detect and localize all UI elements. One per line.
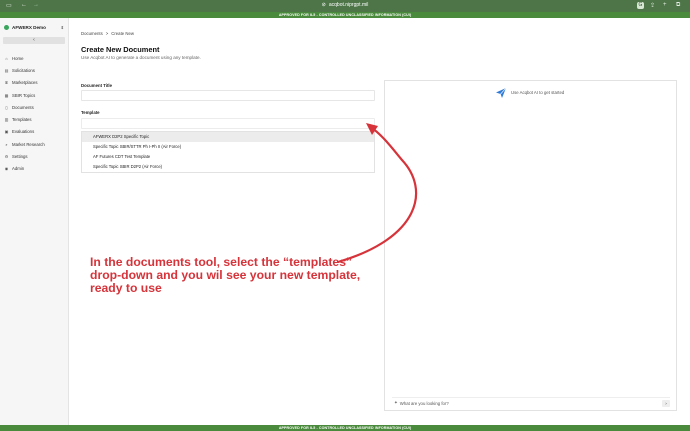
- template-label: Template: [81, 110, 100, 115]
- sidebar-item-label: Settings: [12, 154, 28, 160]
- user-icon: ◉: [4, 166, 9, 172]
- breadcrumb: Documents > Create New: [81, 31, 137, 36]
- sidebar-item-label: Documents: [12, 104, 34, 110]
- org-status-dot: [4, 24, 9, 30]
- document-title-label: Document Title: [81, 83, 112, 88]
- document-title-input[interactable]: [81, 90, 375, 101]
- page-title: Create New Document: [81, 45, 160, 54]
- tabs-icon[interactable]: ⧉: [676, 2, 680, 9]
- template-option[interactable]: Specific Topic SBIR D2P2 (Air Force): [82, 162, 374, 172]
- page-subtitle: Use Acqbot AI to generate a document usi…: [81, 55, 201, 60]
- breadcrumb-current: Create New: [111, 31, 134, 36]
- sidebar-item-label: Solicitations: [12, 67, 35, 73]
- home-icon: ⌂: [5, 55, 8, 61]
- sidebar-item-label: Market Research: [12, 141, 45, 147]
- chat-hint: Use Acqbot AI to get started: [511, 90, 565, 95]
- breadcrumb-documents[interactable]: Documents: [81, 31, 103, 36]
- chat-input[interactable]: ✦ What are you looking for? ›: [392, 397, 670, 408]
- org-name: AFWERX Demo: [12, 24, 46, 30]
- browser-toolbar: ▭ ← → ⊘ acqbot.niprgpt.mil G ⇪ + ⧉: [0, 0, 690, 12]
- lock-icon: ⊘: [321, 2, 326, 8]
- url-text: acqbot.niprgpt.mil: [328, 2, 369, 8]
- sidebar-item-label: SBIR Topics: [12, 92, 36, 98]
- search-icon: ⌕: [5, 141, 8, 147]
- new-tab-icon[interactable]: +: [663, 2, 667, 8]
- sidebar-item-market-research[interactable]: ⌕ Market Research: [4, 138, 66, 150]
- chevron-updown-icon: ⇕: [60, 24, 64, 30]
- send-button[interactable]: ›: [662, 399, 670, 407]
- template-select[interactable]: ⌄: [81, 118, 375, 129]
- sidebar-item-settings[interactable]: ⚙ Settings: [4, 150, 66, 162]
- share-icon[interactable]: ⇪: [650, 2, 655, 9]
- sidebar-item-label: Marketplaces: [12, 80, 38, 86]
- sidebar-item-label: Admin: [12, 166, 25, 172]
- sidebar-item-solicitations[interactable]: ▤ Solicitations: [4, 64, 66, 76]
- template-option[interactable]: AFWERX D2P2 Specific Topic: [82, 132, 374, 142]
- extension-icon[interactable]: G: [637, 2, 644, 9]
- chevron-down-icon: ⌄: [366, 121, 370, 126]
- annotation-text: In the documents tool, select the “templ…: [90, 255, 361, 295]
- store-icon: ⌸: [5, 80, 8, 86]
- collapse-sidebar-button[interactable]: ‹: [3, 37, 65, 44]
- template-dropdown-menu: AFWERX D2P2 Specific Topic Specific Topi…: [81, 131, 375, 173]
- document-icon: ▤: [4, 67, 9, 73]
- classification-banner-bottom: APPROVED FOR IL5 - CONTROLLED UNCLASSIFI…: [0, 425, 690, 431]
- sidebar-item-sbir-topics[interactable]: ▦ SBIR Topics: [4, 89, 66, 101]
- sidebar-item-evaluations[interactable]: ▣ Evaluations: [4, 126, 66, 138]
- grid-icon: ▦: [4, 92, 9, 98]
- classification-banner-top: APPROVED FOR IL5 - CONTROLLED UNCLASSIFI…: [0, 12, 690, 18]
- sidebar-item-home[interactable]: ⌂ Home: [4, 52, 66, 64]
- sidebar-item-label: Templates: [12, 117, 32, 123]
- template-option[interactable]: Specific Topic SBIR/STTR Ph I-Ph II (Air…: [82, 142, 374, 152]
- sidebar-item-label: Home: [12, 55, 24, 61]
- sidebar-item-templates[interactable]: ▥ Templates: [4, 113, 66, 125]
- sidebar-item-documents[interactable]: ▯ Documents: [4, 101, 66, 113]
- template-icon: ▥: [4, 117, 9, 123]
- breadcrumb-separator: >: [105, 31, 109, 36]
- acqbot-chat-panel: Use Acqbot AI to get started ✦ What are …: [384, 80, 677, 411]
- paper-plane-icon: [496, 87, 507, 98]
- chat-input-placeholder: What are you looking for?: [399, 400, 449, 406]
- sidebar-item-admin[interactable]: ◉ Admin: [4, 163, 66, 175]
- sidebar-item-label: Evaluations: [12, 129, 35, 135]
- file-icon: ▯: [5, 104, 8, 110]
- sparkle-icon: ✦: [394, 400, 398, 405]
- sidebar: AFWERX Demo ⇕ ‹ ⌂ Home ▤ Solicitations ⌸ Ma…: [0, 18, 69, 425]
- address-bar[interactable]: ⊘ acqbot.niprgpt.mil: [0, 2, 690, 8]
- gear-icon: ⚙: [4, 154, 9, 160]
- clipboard-icon: ▣: [4, 129, 9, 135]
- template-option[interactable]: AF Futures CDT Test Template: [82, 152, 374, 162]
- org-switcher[interactable]: AFWERX Demo ⇕: [4, 22, 64, 32]
- sidebar-nav: ⌂ Home ▤ Solicitations ⌸ Marketplaces ▦ SBIR…: [4, 52, 66, 175]
- sidebar-item-marketplaces[interactable]: ⌸ Marketplaces: [4, 77, 66, 89]
